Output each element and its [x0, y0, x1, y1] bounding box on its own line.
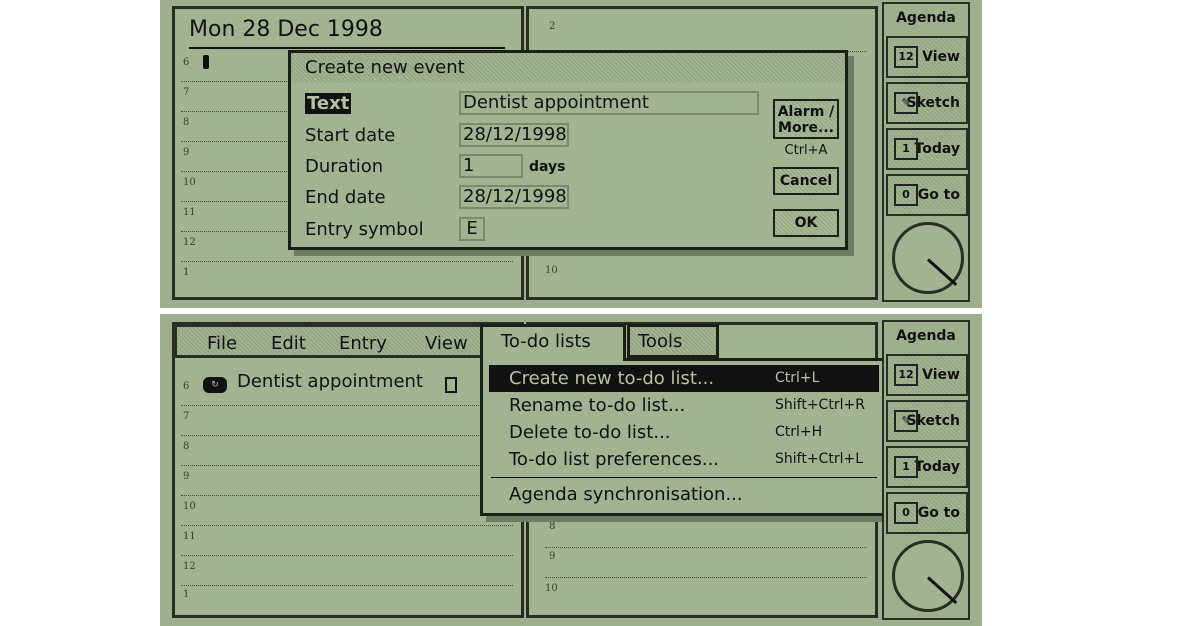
calendar-stack-icon: 12 — [894, 46, 918, 68]
goto-calendar-icon: 0 — [894, 502, 918, 524]
today-button[interactable]: 1 Today — [886, 128, 968, 170]
left-page[interactable]: 6 ↻ Dentist appointment 7 8 9 10 11 12 1 — [172, 322, 524, 618]
end-date-label: End date — [305, 187, 386, 208]
agenda-screen-menu: 6 ↻ Dentist appointment 7 8 9 10 11 12 1… — [160, 314, 982, 626]
duration-label: Duration — [305, 156, 384, 177]
cancel-button[interactable]: Cancel — [773, 167, 839, 195]
menu-bar: File Edit Entry View — [174, 324, 484, 358]
alarm-more-button[interactable]: Alarm / More... — [773, 99, 839, 139]
hour-label: 9 — [183, 147, 190, 158]
hour-label: 10 — [545, 265, 558, 276]
sidebar: Agenda 12 View ✎ Sketch 1 Today 0 Go to — [882, 320, 970, 620]
create-event-dialog: Create new event Text Dentist appointmen… — [288, 50, 848, 250]
hour-label: 6 — [183, 57, 190, 68]
menu-tools[interactable]: Tools — [627, 324, 719, 358]
sketch-button[interactable]: ✎ Sketch — [886, 82, 968, 124]
menu-item-delete-todo-list[interactable]: Delete to-do list... Ctrl+H — [489, 419, 879, 446]
hour-label: 9 — [183, 471, 190, 482]
hour-label: 2 — [549, 21, 556, 32]
hour-label: 11 — [183, 207, 196, 218]
alarm-shortcut: Ctrl+A — [784, 143, 828, 158]
heading-rule — [189, 47, 505, 49]
entry-text[interactable]: Dentist appointment — [237, 371, 423, 392]
sidebar: Agenda 12 View ✎ Sketch 1 Today 0 Go to — [882, 2, 970, 302]
menu-file[interactable]: File — [207, 333, 237, 354]
ok-button[interactable]: OK — [773, 209, 839, 237]
menu-separator — [491, 477, 877, 478]
analog-clock-icon — [892, 540, 964, 612]
goto-button[interactable]: 0 Go to — [886, 492, 968, 534]
hour-label: 12 — [183, 561, 196, 572]
goto-button[interactable]: 0 Go to — [886, 174, 968, 216]
menu-item-todo-preferences[interactable]: To-do list preferences... Shift+Ctrl+L — [489, 446, 879, 473]
hour-label: 8 — [183, 117, 190, 128]
view-button[interactable]: 12 View — [886, 36, 968, 78]
dialog-title: Create new event — [291, 53, 845, 83]
date-heading: Mon 28 Dec 1998 — [189, 17, 383, 42]
recurring-event-icon: ↻ — [203, 377, 227, 393]
text-input[interactable]: Dentist appointment — [459, 91, 759, 115]
menu-todo-lists[interactable]: To-do lists — [480, 324, 626, 361]
entry-symbol-label: Entry symbol — [305, 219, 424, 240]
start-date-label: Start date — [305, 125, 396, 146]
entry-symbol-input[interactable]: E — [459, 217, 485, 241]
menu-item-agenda-sync[interactable]: Agenda synchronisation... — [489, 481, 879, 508]
view-button[interactable]: 12 View — [886, 354, 968, 396]
menu-item-rename-todo-list[interactable]: Rename to-do list... Shift+Ctrl+R — [489, 392, 879, 419]
calendar-stack-icon: 12 — [894, 364, 918, 386]
menu-item-create-todo-list[interactable]: Create new to-do list... Ctrl+L — [489, 365, 879, 392]
hour-label: 1 — [183, 589, 190, 600]
hour-label: 7 — [183, 411, 190, 422]
analog-clock-icon — [892, 222, 964, 294]
sketch-book-icon: ✎ — [894, 92, 918, 114]
hour-label: 7 — [183, 87, 190, 98]
hour-label: 10 — [545, 583, 558, 594]
today-calendar-icon: 1 — [894, 138, 918, 160]
goto-calendar-icon: 0 — [894, 184, 918, 206]
hour-label: 11 — [183, 531, 196, 542]
duration-unit: days — [529, 159, 566, 175]
entry-symbol-icon — [445, 377, 457, 393]
hour-label: 8 — [549, 521, 556, 532]
text-cursor — [203, 55, 209, 69]
hour-label: 12 — [183, 237, 196, 248]
sketch-book-icon: ✎ — [894, 410, 918, 432]
text-label: Text — [305, 93, 352, 114]
duration-input[interactable]: 1 — [459, 154, 523, 178]
menu-view[interactable]: View — [425, 333, 468, 354]
agenda-screen-dialog: Mon 28 Dec 1998 6 7 8 9 10 11 12 1 2 10 … — [160, 0, 982, 308]
hour-label: 10 — [183, 177, 196, 188]
today-calendar-icon: 1 — [894, 456, 918, 478]
today-button[interactable]: 1 Today — [886, 446, 968, 488]
menu-entry[interactable]: Entry — [339, 333, 387, 354]
start-date-input[interactable]: 28/12/1998 — [459, 123, 569, 147]
hour-label: 1 — [183, 267, 190, 278]
end-date-input[interactable]: 28/12/1998 — [459, 185, 569, 209]
app-title: Agenda — [896, 328, 956, 344]
hour-label: 6 — [183, 381, 190, 392]
menu-edit[interactable]: Edit — [271, 333, 306, 354]
hour-label: 10 — [183, 501, 196, 512]
sketch-button[interactable]: ✎ Sketch — [886, 400, 968, 442]
hour-label: 9 — [549, 551, 556, 562]
app-title: Agenda — [896, 10, 956, 26]
todo-lists-menu: Create new to-do list... Ctrl+L Rename to… — [480, 358, 888, 516]
hour-label: 8 — [183, 441, 190, 452]
